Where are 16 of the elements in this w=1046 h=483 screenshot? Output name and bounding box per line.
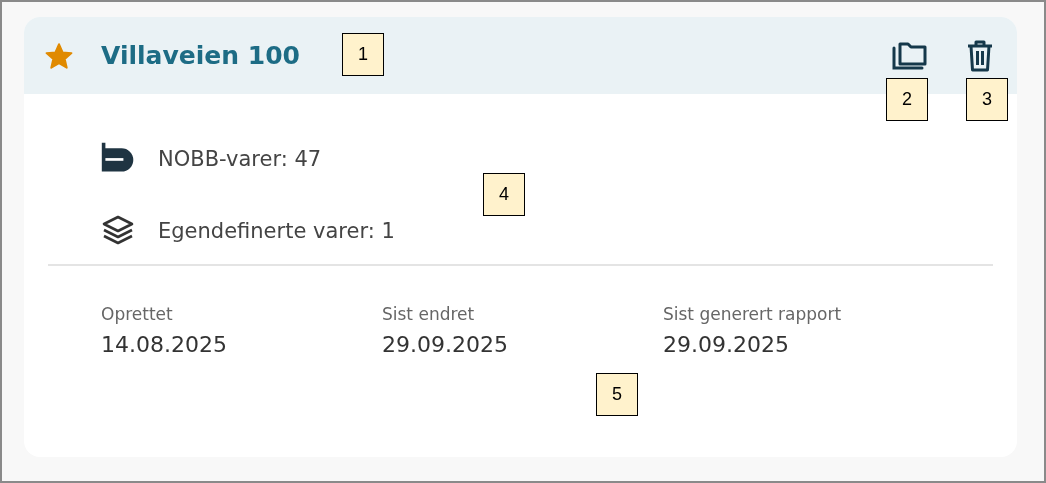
date-label: Sist generert rapport [663, 304, 843, 324]
star-icon[interactable] [44, 40, 74, 71]
date-label: Oprettet [101, 304, 174, 324]
item-count: Egendefinerte varer: 1 [158, 219, 395, 243]
callout-number: 1 [342, 33, 384, 76]
callout-number: 5 [596, 373, 638, 416]
date-value: 14.08.2025 [101, 332, 228, 357]
date-value: 29.09.2025 [663, 332, 790, 357]
date-label: Sist endret [382, 304, 476, 324]
card-title[interactable]: Villaveien 100 [101, 41, 300, 70]
item-count: NOBB-varer: 47 [158, 147, 322, 171]
callout-number: 2 [886, 78, 928, 121]
date-value: 29.09.2025 [382, 332, 509, 357]
callout-number: 4 [483, 173, 525, 216]
trash-icon[interactable] [967, 39, 993, 72]
callout-number: 3 [966, 78, 1008, 121]
